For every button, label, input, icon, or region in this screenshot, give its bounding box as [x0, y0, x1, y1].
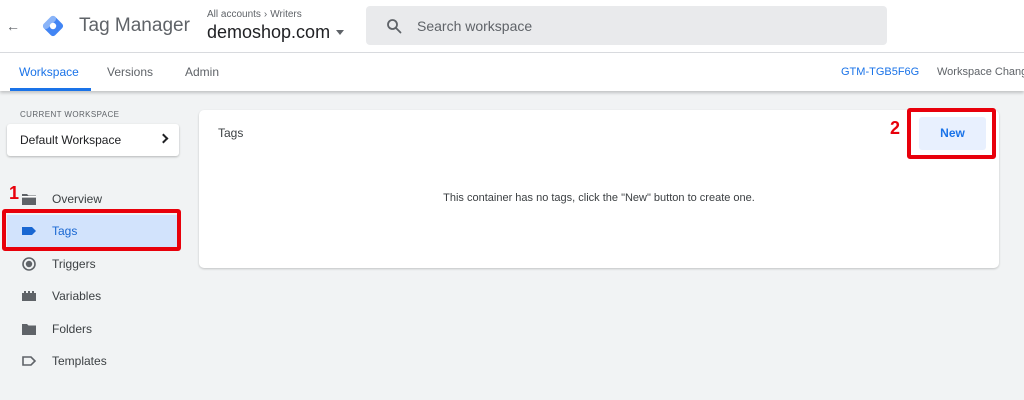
app-header: ← Tag Manager All accounts › Writers demos…: [0, 0, 1024, 52]
search-icon: [387, 19, 402, 34]
search-input[interactable]: Search workspace: [417, 18, 532, 34]
breadcrumb-account[interactable]: Writers: [270, 9, 301, 20]
trigger-icon: [22, 257, 36, 271]
sidebar-item-triggers[interactable]: Triggers: [7, 248, 179, 280]
breadcrumb-all-accounts[interactable]: All accounts: [207, 9, 261, 20]
chevron-right-icon: [158, 133, 169, 144]
step-number-2: 2: [890, 118, 901, 138]
sidebar-item-label: Triggers: [52, 257, 96, 271]
folder-icon: [22, 324, 36, 335]
container-selector[interactable]: demoshop.com: [207, 22, 345, 43]
active-tab-indicator: [10, 88, 91, 91]
sidebar-item-folders[interactable]: Folders: [7, 313, 179, 345]
sidebar-item-templates[interactable]: Templates: [7, 345, 179, 377]
sidebar-item-label: Folders: [52, 322, 93, 336]
folder-icon: [22, 194, 36, 205]
sidebar-item-tags[interactable]: Tags: [7, 215, 179, 247]
tags-card: Tags This container has no tags, click t…: [199, 110, 999, 268]
back-arrow-icon[interactable]: ←: [4, 16, 22, 36]
sidebar-item-variables[interactable]: Variables: [7, 280, 179, 312]
current-workspace-caption: CURRENT WORKSPACE: [20, 110, 120, 119]
sidebar-item-label: Templates: [52, 354, 107, 368]
step-number-1: 1: [9, 183, 20, 203]
tab-bar: Workspace Versions Admin GTM-TGB5F6G Wor…: [0, 53, 1024, 91]
sidebar-item-label: Variables: [52, 289, 102, 303]
tag-manager-logo-icon: [42, 15, 64, 37]
container-name: demoshop.com: [207, 22, 331, 42]
tab-admin[interactable]: Admin: [185, 65, 219, 79]
template-icon: [22, 356, 37, 366]
search-bar[interactable]: Search workspace: [366, 6, 887, 45]
card-title: Tags: [218, 126, 244, 140]
tag-icon: [22, 227, 36, 235]
workspace-changes-label[interactable]: Workspace Chang: [937, 66, 1024, 78]
breadcrumb[interactable]: All accounts › Writers: [207, 9, 302, 20]
tab-versions[interactable]: Versions: [107, 65, 153, 79]
dropdown-caret-icon: [336, 30, 345, 35]
empty-state-message: This container has no tags, click the "N…: [443, 192, 755, 204]
app-title: Tag Manager: [79, 15, 190, 36]
container-id-link[interactable]: GTM-TGB5F6G: [841, 66, 919, 78]
sidebar-item-overview[interactable]: Overview: [7, 183, 179, 215]
workspace-name: Default Workspace: [20, 133, 122, 147]
sidebar-item-label: Tags: [52, 224, 78, 238]
tab-workspace[interactable]: Workspace: [19, 65, 79, 79]
sidebar-item-label: Overview: [52, 192, 103, 206]
variables-icon: [22, 291, 36, 301]
new-tag-button[interactable]: New: [919, 117, 986, 150]
chevron-right-icon: ›: [263, 9, 268, 20]
workspace-selector[interactable]: Default Workspace: [7, 124, 179, 156]
